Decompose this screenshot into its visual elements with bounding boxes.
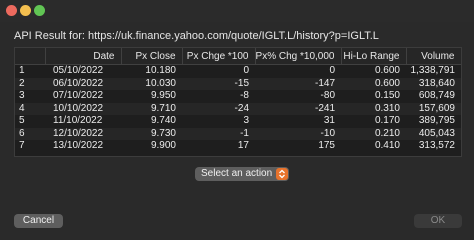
- cell-px-pct-chg: -10: [255, 127, 341, 140]
- cell-date: 13/10/2022: [53, 140, 104, 151]
- cell-index: 7: [19, 140, 25, 151]
- action-select[interactable]: Select an action: [195, 167, 289, 181]
- action-select-label: Select an action: [201, 168, 273, 179]
- cell-index: 6: [15, 127, 45, 140]
- cell-px-chge: -15: [182, 77, 255, 90]
- chevron-up-down-icon: [276, 168, 288, 180]
- cell-px-close: 10.030: [121, 77, 182, 90]
- column-header-date[interactable]: Date: [45, 48, 122, 65]
- cell-px-close: 9.900: [150, 140, 176, 151]
- zoom-window-button[interactable]: [34, 5, 45, 16]
- cell-px-pct-chg: -147: [255, 77, 341, 90]
- cell-px-chge: -8: [240, 90, 249, 101]
- cell-px-pct-chg: -80: [320, 90, 335, 101]
- cell-date: 06/10/2022: [45, 77, 121, 90]
- cell-index: 2: [15, 77, 45, 90]
- cell-px-chge: 3: [243, 115, 249, 126]
- table-row[interactable]: 7 13/10/2022 9.900 17 175 0.410 313,572: [15, 140, 461, 153]
- column-header-px-close[interactable]: Px Close: [121, 48, 183, 65]
- cell-px-chge: -24: [182, 102, 255, 115]
- cell-volume: 389,795: [418, 115, 455, 126]
- cell-volume: 608,749: [418, 90, 455, 101]
- table-header-row: Date Px Close Px Chge *100 Px% Chg *10,0…: [15, 48, 461, 65]
- table-row[interactable]: 3 07/10/2022 9.950 -8 -80 0.150 608,749: [15, 90, 461, 103]
- column-header-hi-lo-range[interactable]: Hi-Lo Range: [341, 48, 407, 65]
- cell-hi-lo-range: 0.210: [341, 127, 406, 140]
- cell-px-close: 9.730: [121, 127, 182, 140]
- cell-hi-lo-range: 0.150: [374, 90, 400, 101]
- column-header-px-pct-chg[interactable]: Px% Chg *10,000: [255, 48, 342, 65]
- cell-date: 05/10/2022: [53, 65, 104, 76]
- cell-px-close: 9.710: [121, 102, 182, 115]
- ok-button[interactable]: OK: [414, 214, 462, 228]
- cell-date: 10/10/2022: [45, 102, 121, 115]
- table-row[interactable]: 6 12/10/2022 9.730 -1 -10 0.210 405,043: [15, 127, 461, 140]
- cell-hi-lo-range: 0.310: [341, 102, 406, 115]
- cell-date: 07/10/2022: [53, 90, 104, 101]
- cell-date: 12/10/2022: [45, 127, 121, 140]
- cell-volume: 318,640: [406, 77, 461, 90]
- results-table[interactable]: Date Px Close Px Chge *100 Px% Chg *10,0…: [14, 47, 462, 157]
- cell-index: 5: [19, 115, 25, 126]
- cell-hi-lo-range: 0.600: [374, 65, 400, 76]
- cell-px-pct-chg: -241: [255, 102, 341, 115]
- cell-px-pct-chg: 0: [329, 65, 335, 76]
- column-header-index[interactable]: [15, 48, 46, 65]
- cell-px-pct-chg: 175: [318, 140, 335, 151]
- cell-index: 1: [19, 65, 25, 76]
- cell-index: 3: [19, 90, 25, 101]
- table-row[interactable]: 2 06/10/2022 10.030 -15 -147 0.600 318,6…: [15, 77, 461, 90]
- cell-hi-lo-range: 0.170: [374, 115, 400, 126]
- cell-px-chge: 17: [237, 140, 249, 151]
- cell-px-chge: -1: [182, 127, 255, 140]
- api-result-label: API Result for: https://uk.finance.yahoo…: [14, 30, 379, 42]
- table-row[interactable]: 4 10/10/2022 9.710 -24 -241 0.310 157,60…: [15, 102, 461, 115]
- table-row[interactable]: 5 11/10/2022 9.740 3 31 0.170 389,795: [15, 115, 461, 128]
- cell-hi-lo-range: 0.410: [374, 140, 400, 151]
- column-header-volume[interactable]: Volume: [406, 48, 461, 65]
- window-titlebar: [0, 0, 474, 22]
- cell-px-pct-chg: 31: [323, 115, 335, 126]
- cell-px-chge: 0: [243, 65, 249, 76]
- cell-volume: 313,572: [418, 140, 455, 151]
- cell-px-close: 10.180: [145, 65, 176, 76]
- minimize-window-button[interactable]: [20, 5, 31, 16]
- cell-date: 11/10/2022: [53, 115, 103, 126]
- column-header-px-chge[interactable]: Px Chge *100: [182, 48, 256, 65]
- cancel-button[interactable]: Cancel: [14, 214, 63, 228]
- table-row[interactable]: 1 05/10/2022 10.180 0 0 0.600 1,338,791: [15, 65, 461, 78]
- cell-hi-lo-range: 0.600: [341, 77, 406, 90]
- cell-volume: 157,609: [406, 102, 461, 115]
- cell-volume: 1,338,791: [410, 65, 456, 76]
- cell-index: 4: [15, 102, 45, 115]
- cell-volume: 405,043: [406, 127, 461, 140]
- cell-px-close: 9.950: [150, 90, 176, 101]
- cell-px-close: 9.740: [150, 115, 176, 126]
- close-window-button[interactable]: [6, 5, 17, 16]
